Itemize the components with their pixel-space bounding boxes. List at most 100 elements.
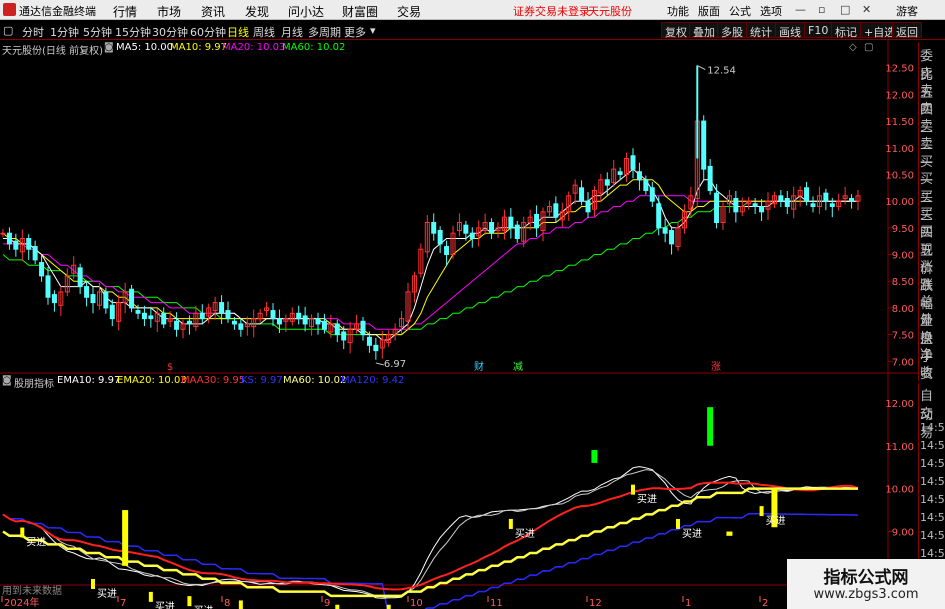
tab-more[interactable]: 更多 (344, 24, 366, 40)
mark-button[interactable]: 标记 (831, 22, 861, 39)
toolbar-left-icon[interactable]: ▢ (3, 24, 13, 37)
candle-body (521, 222, 527, 242)
more-chevron-icon[interactable]: ▾ (370, 24, 376, 37)
signal-bar (591, 450, 598, 463)
kline-legend: 天元股份(日线 前复权) ◙ MA5: 10.00 MA10: 9.97 MA2… (0, 42, 890, 57)
menu-options[interactable]: 选项 (760, 3, 782, 19)
candle-body (135, 310, 141, 314)
multi-stock-button[interactable]: 多股 (717, 22, 747, 39)
buy-signal-label: 买进 (97, 588, 117, 600)
main-chart-grid (0, 40, 918, 586)
menu-formula[interactable]: 公式 (729, 3, 751, 19)
x-tick-label: 11 (490, 598, 503, 609)
candle-body (611, 168, 617, 183)
y-tick-label: 10.00 (885, 197, 914, 208)
legend-ks: KS: 9.97 (241, 375, 283, 386)
tab-30min[interactable]: 30分钟 (152, 24, 188, 40)
candle-body (489, 222, 495, 234)
candle-body (855, 195, 861, 202)
legend-ma20: MA20: 10.03 (222, 42, 286, 53)
trade-panel: 自动交易14:5614:5614:5614:5614:5614:5614:561… (918, 383, 945, 583)
menu-market[interactable]: 市场 (157, 3, 181, 20)
period-toolbar: ▢ 分时 1分钟 5分钟 15分钟 30分钟 60分钟 日线 周线 月线 多周期… (0, 21, 945, 40)
watermark-brand: 指标公式网 www.zbgs3.com (787, 559, 945, 609)
candle-body (238, 323, 244, 330)
diamond-icon[interactable]: ◇ (849, 42, 857, 53)
candle-body (559, 211, 565, 221)
event-marker: 财 (474, 360, 484, 373)
draw-button[interactable]: 画线 (775, 22, 805, 39)
buy-signal-label: 买进 (26, 537, 46, 549)
close-icon[interactable]: ✕ (862, 3, 871, 16)
legend-toggle-icon[interactable]: ◙ (104, 42, 114, 53)
tab-timeshare[interactable]: 分时 (22, 24, 44, 40)
menu-function[interactable]: 功能 (667, 3, 689, 19)
menu-discover[interactable]: 发现 (245, 3, 269, 20)
tab-1min[interactable]: 1分钟 (50, 24, 79, 40)
candle-body (161, 312, 167, 325)
guest-label[interactable]: 游客 (896, 3, 918, 19)
candle-body (167, 318, 173, 322)
indicator-toggle-icon[interactable]: ◙ (2, 375, 12, 386)
candle-body (418, 248, 424, 274)
login-warning[interactable]: 证券交易未登录 (513, 3, 590, 19)
back-button[interactable]: 返回 (892, 22, 922, 39)
candle-body (109, 304, 115, 320)
indicator-name[interactable]: 股朋指标 (14, 375, 54, 390)
candle-body (546, 205, 552, 213)
overlay-button[interactable]: 叠加 (689, 22, 719, 39)
trade-field-label: 14:56 (920, 529, 945, 542)
candle-body (231, 320, 237, 325)
minimize-icon[interactable]: — (795, 3, 806, 16)
event-marker: 涨 (711, 361, 721, 373)
maximize-icon[interactable]: □ (840, 3, 850, 16)
legend-ma5: MA5: 10.00 (116, 42, 174, 53)
y-tick-label: 11.50 (885, 117, 914, 128)
candlestick-series (0, 115, 861, 360)
candle-body (720, 205, 726, 224)
ind-y-tick-label: 10.00 (885, 485, 914, 496)
candle-body (347, 328, 353, 344)
kline-chart[interactable]: 7.00 7.50 8.00 8.50 9.00 9.50 10.00 10.50 11.00 1… (0, 0, 945, 609)
candle-body (154, 312, 160, 322)
f10-button[interactable]: F10 (804, 22, 833, 38)
candle-body (463, 224, 469, 234)
trade-field-label: 14:56 (920, 421, 945, 434)
candle-body (148, 315, 154, 320)
candle-body (437, 230, 443, 245)
legend-ma60-ind: MA60: 10.02 (283, 375, 347, 386)
candle-body (334, 323, 340, 336)
tab-monthly[interactable]: 月线 (281, 24, 303, 40)
buy-bar (631, 484, 635, 495)
stock-name-label: 天元股份 (588, 5, 632, 18)
tab-15min[interactable]: 15分钟 (115, 24, 151, 40)
candle-body (219, 302, 225, 314)
buy-bar (508, 518, 513, 529)
tab-daily[interactable]: 日线 (227, 24, 249, 40)
menu-news[interactable]: 资讯 (201, 3, 225, 20)
menu-wealth[interactable]: 财富圈 (342, 3, 378, 20)
tab-multi-period[interactable]: 多周期 (308, 24, 341, 40)
buy-bar (676, 518, 680, 529)
ma60-line (2, 200, 858, 336)
candle-body (193, 312, 199, 328)
candle-body (392, 328, 398, 336)
buy-bar (759, 506, 764, 517)
menu-layout[interactable]: 版面 (698, 3, 720, 19)
candle-body (77, 267, 83, 288)
tab-weekly[interactable]: 周线 (253, 24, 275, 40)
menu-hq[interactable]: 行情 (113, 3, 137, 20)
tab-5min[interactable]: 5分钟 (83, 24, 112, 40)
future-data-note: 用到未来数据 (2, 586, 62, 597)
menu-trade[interactable]: 交易 (397, 3, 421, 20)
restore-icon[interactable]: ▫ (818, 3, 825, 16)
candle-body (624, 157, 630, 175)
candle-body (810, 203, 816, 207)
trade-field-label: 14:56 (920, 439, 945, 452)
tab-60min[interactable]: 60分钟 (190, 24, 226, 40)
adjust-button[interactable]: 复权 (661, 22, 691, 39)
menu-ask[interactable]: 问小达 (288, 3, 324, 20)
stats-button[interactable]: 统计 (746, 22, 776, 39)
expand-icon[interactable]: ▢ (864, 42, 873, 53)
buy-signal-label: 买进 (637, 494, 657, 506)
